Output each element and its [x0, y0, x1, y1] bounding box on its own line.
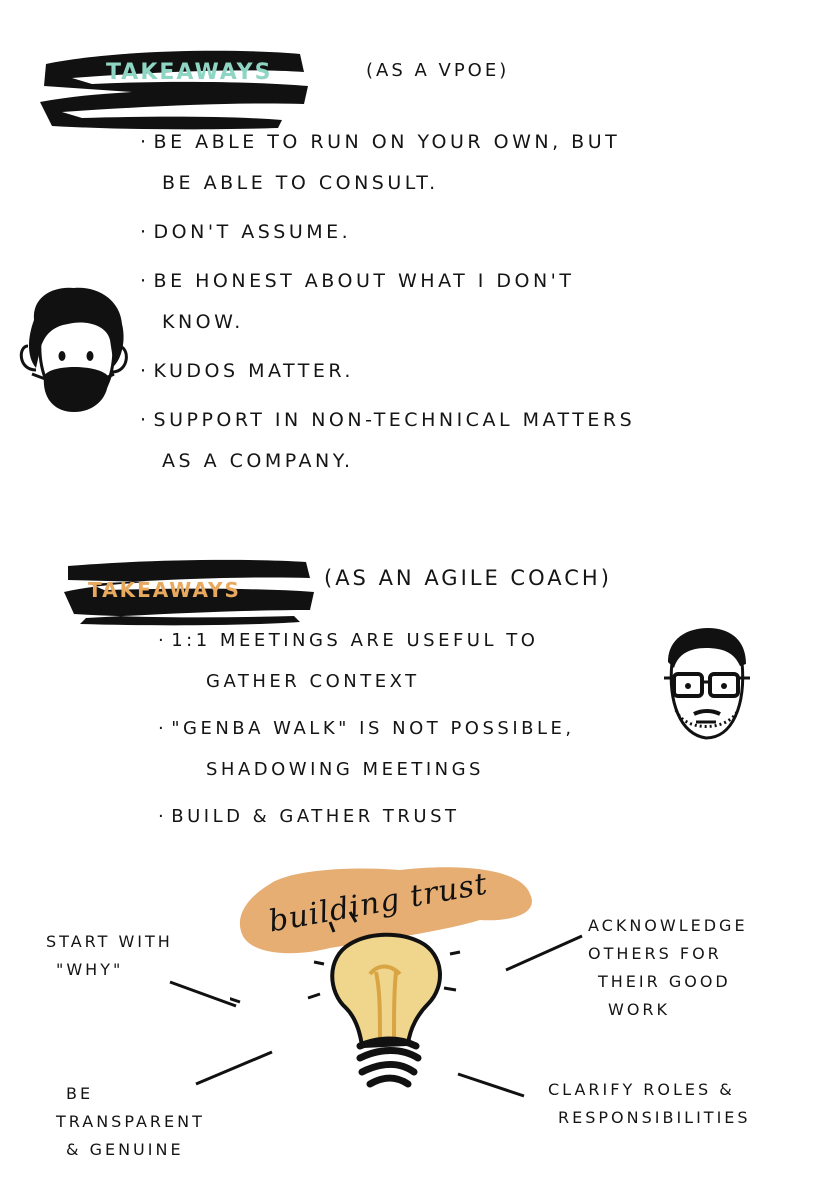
coach-takeaways-heading: Takeaways	[88, 578, 241, 602]
list-item: · Don't assume.	[140, 221, 352, 243]
bearded-person-avatar	[664, 628, 750, 740]
bullet-dot: ·	[140, 270, 150, 292]
list-item: · Kudos matter.	[140, 360, 354, 382]
list-item: · 1:1 meetings are useful to gather conte…	[158, 630, 539, 692]
list-item: · Build & gather trust	[158, 806, 460, 827]
bullet-dot: ·	[140, 409, 150, 431]
heading-brush-stroke	[40, 50, 308, 130]
masked-person-avatar	[19, 287, 128, 412]
coach-subheading: (as an agile coach)	[324, 566, 612, 590]
bullet-dot: ·	[140, 360, 150, 382]
vpoe-subheading: (as a VPoE)	[366, 60, 510, 81]
list-item: · Be honest about what I don't know.	[140, 270, 575, 333]
bullet-dot: ·	[158, 718, 168, 739]
list-item: · Be able to run on your own, but be able…	[140, 131, 621, 194]
bullet-dot: ·	[158, 806, 168, 827]
tip-clarify-roles: Clarify roles & responsibilities	[548, 1080, 751, 1127]
list-item: · Support in non-technical matters as a c…	[140, 409, 636, 472]
tip-be-transparent: Be transparent & genuine	[56, 1084, 205, 1159]
coach-takeaways-list: · 1:1 meetings are useful to gather conte…	[158, 620, 678, 843]
bullet-dot: ·	[140, 131, 150, 153]
bullet-dot: ·	[158, 630, 168, 651]
tip-start-with-why: Start with "why"	[46, 932, 173, 979]
vpoe-takeaways-list: · Be able to run on your own, but be able…	[140, 122, 740, 490]
vpoe-takeaways-heading: Takeaways	[106, 60, 273, 85]
tip-acknowledge-others: Acknowledge others for their good work	[588, 916, 748, 1019]
list-item: · "Genba walk" is not possible, shadowing…	[158, 718, 575, 780]
bullet-dot: ·	[140, 221, 150, 243]
